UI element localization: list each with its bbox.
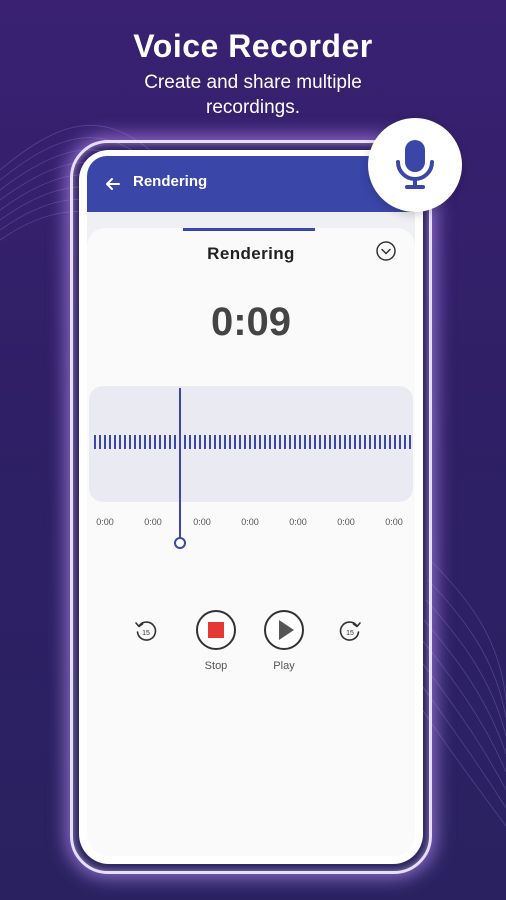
waveform-bar <box>124 435 126 449</box>
waveform-bar <box>384 435 386 449</box>
timeline-tick: 0:00 <box>385 517 403 527</box>
stop-button[interactable] <box>194 608 238 652</box>
screen-body: Rendering 0:09 0:00 0:00 0:00 0:00 0:00 … <box>87 212 415 856</box>
waveform-bar <box>254 435 256 449</box>
waveform-bar <box>259 435 261 449</box>
waveform-bar <box>394 435 396 449</box>
waveform-bar <box>264 435 266 449</box>
waveform-bar <box>344 435 346 449</box>
waveform-bar <box>249 435 251 449</box>
waveform-bar <box>149 435 151 449</box>
waveform-bar <box>359 435 361 449</box>
sheet-handle <box>183 228 315 231</box>
waveform-bar <box>229 435 231 449</box>
waveform-bar <box>219 435 221 449</box>
waveform-bar <box>329 435 331 449</box>
waveform-panel[interactable] <box>89 386 413 502</box>
waveform-bar <box>199 435 201 449</box>
waveform-bar <box>374 435 376 449</box>
waveform-bar <box>194 435 196 449</box>
waveform-bar <box>139 435 141 449</box>
waveform-bar <box>284 435 286 449</box>
play-label: Play <box>273 660 295 672</box>
waveform-bar <box>164 435 166 449</box>
forward-15-icon[interactable]: 15 <box>337 618 363 644</box>
waveform-bar <box>109 435 111 449</box>
waveform-bar <box>94 435 96 449</box>
microphone-icon <box>396 140 434 189</box>
playhead-line[interactable] <box>179 388 181 540</box>
waveform-bar <box>119 435 121 449</box>
waveform-bar <box>159 435 161 449</box>
recorder-title: Rendering <box>207 244 295 263</box>
waveform-bar <box>354 435 356 449</box>
waveform-bar <box>309 435 311 449</box>
recorder-sheet: Rendering 0:09 0:00 0:00 0:00 0:00 0:00 … <box>87 228 415 856</box>
phone-screen: Rendering Rendering 0:09 0:00 0:00 0:00 … <box>79 150 423 864</box>
app-bar-title: Rendering <box>133 173 208 190</box>
waveform-bar <box>239 435 241 449</box>
timeline-tick: 0:00 <box>144 517 162 527</box>
waveform-bar <box>114 435 116 449</box>
stop-label: Stop <box>204 660 228 672</box>
microphone-badge <box>368 118 462 212</box>
waveform-bar <box>369 435 371 449</box>
play-button[interactable] <box>262 608 306 652</box>
waveform-bar <box>204 435 206 449</box>
waveform-bar <box>349 435 351 449</box>
recording-timer: 0:09 <box>210 300 292 344</box>
waveform-bar <box>279 435 281 449</box>
waveform-bar <box>129 435 131 449</box>
promo-subtitle: Create and share multiple recordings. <box>144 72 362 118</box>
waveform-bar <box>269 435 271 449</box>
waveform-bar <box>224 435 226 449</box>
rewind-value: 15 <box>142 630 150 637</box>
stop-icon <box>208 622 224 638</box>
app-bar: Rendering <box>87 156 415 212</box>
waveform-bar <box>319 435 321 449</box>
rewind-15-icon[interactable]: 15 <box>133 618 159 644</box>
waveform-bar <box>389 435 391 449</box>
waveform-bar <box>104 435 106 449</box>
waveform-bar <box>134 435 136 449</box>
waveform-bar <box>154 435 156 449</box>
waveform-bar <box>189 435 191 449</box>
waveform-bar <box>399 435 401 449</box>
waveform-bar <box>174 435 176 449</box>
promo-title: Voice Recorder <box>133 28 373 64</box>
timeline-tick: 0:00 <box>241 517 259 527</box>
waveform-bar <box>99 435 101 449</box>
waveform-bar <box>364 435 366 449</box>
waveform-bar <box>339 435 341 449</box>
waveform-bar <box>209 435 211 449</box>
waveform-bar <box>379 435 381 449</box>
waveform-bar <box>184 435 186 449</box>
waveform-bar <box>299 435 301 449</box>
timeline-tick: 0:00 <box>193 517 211 527</box>
waveform-bar <box>324 435 326 449</box>
waveform-bar <box>214 435 216 449</box>
waveform-bar <box>244 435 246 449</box>
chevron-down-circle-icon[interactable] <box>375 240 397 262</box>
timeline-tick: 0:00 <box>337 517 355 527</box>
waveform-bar <box>169 435 171 449</box>
waveform-bar <box>314 435 316 449</box>
waveform-bar <box>289 435 291 449</box>
waveform-bar <box>409 435 411 449</box>
timeline-tick: 0:00 <box>289 517 307 527</box>
waveform-bar <box>334 435 336 449</box>
arrow-left-icon[interactable] <box>103 174 123 194</box>
waveform <box>94 435 411 449</box>
waveform-bar <box>294 435 296 449</box>
waveform-bar <box>274 435 276 449</box>
forward-value: 15 <box>346 630 354 637</box>
playhead-handle[interactable] <box>174 537 186 549</box>
waveform-bar <box>404 435 406 449</box>
waveform-bar <box>234 435 236 449</box>
timeline-tick: 0:00 <box>96 517 114 527</box>
waveform-bar <box>304 435 306 449</box>
waveform-bar <box>144 435 146 449</box>
